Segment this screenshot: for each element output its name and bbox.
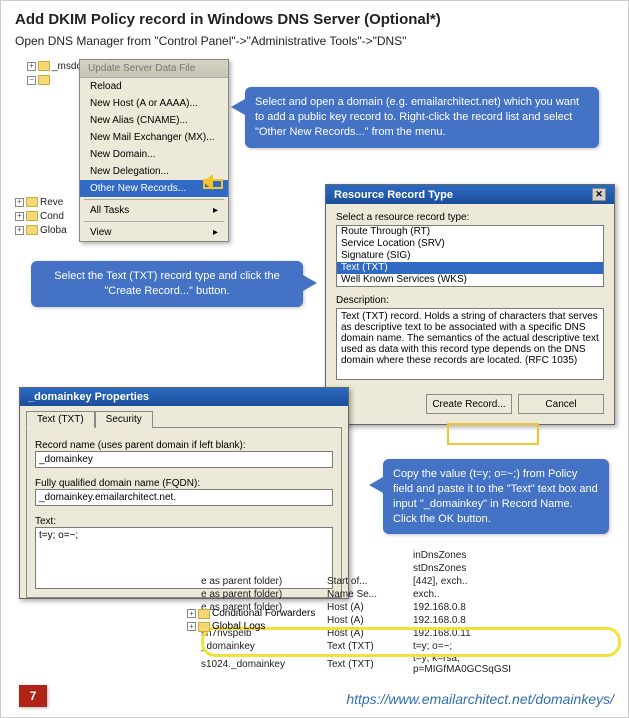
chevron-right-icon: ▸	[213, 227, 218, 238]
folder-icon	[26, 225, 38, 235]
folder-icon	[26, 197, 38, 207]
fqdn-input[interactable]	[35, 489, 333, 506]
callout-select-txt: Select the Text (TXT) record type and cl…	[31, 261, 303, 307]
folder-icon	[26, 211, 38, 221]
table-row[interactable]: e as parent folder)Start of...[442], exc…	[201, 575, 621, 588]
description-box: Text (TXT) record. Holds a string of cha…	[336, 308, 604, 380]
context-menu: Update Server Data File Reload New Host …	[79, 59, 229, 242]
list-item[interactable]: X.25	[337, 286, 603, 287]
list-item[interactable]: Signature (SIG)	[337, 250, 603, 262]
resource-record-type-dialog: Resource Record Type ✕ Select a resource …	[325, 184, 615, 425]
expand-icon[interactable]: +	[187, 609, 196, 618]
record-type-listbox[interactable]: Route Through (RT) Service Location (SRV…	[336, 225, 604, 287]
close-icon[interactable]: ✕	[592, 188, 606, 201]
page-title: Add DKIM Policy record in Windows DNS Se…	[15, 11, 614, 28]
menu-item-new-alias[interactable]: New Alias (CNAME)...	[80, 112, 228, 129]
text-label: Text:	[35, 516, 333, 527]
dialog-title: Resource Record Type	[334, 189, 453, 201]
folder-icon	[198, 609, 210, 619]
callout-select-domain: Select and open a domain (e.g. emailarch…	[245, 87, 599, 148]
list-item-selected[interactable]: Text (TXT)	[337, 262, 603, 274]
collapse-icon[interactable]: −	[27, 76, 36, 85]
expand-icon[interactable]: +	[187, 622, 196, 631]
tree-node[interactable]: Conditional Forwarders	[212, 608, 315, 619]
footer-url[interactable]: https://www.emailarchitect.net/domainkey…	[346, 691, 614, 707]
menu-separator	[84, 199, 224, 200]
create-record-button[interactable]: Create Record...	[426, 394, 512, 414]
record-name-input[interactable]	[35, 451, 333, 468]
expand-icon[interactable]: +	[15, 198, 24, 207]
page-subtitle: Open DNS Manager from "Control Panel"->"…	[15, 34, 614, 48]
fqdn-label: Fully qualified domain name (FQDN):	[35, 478, 333, 489]
expand-icon[interactable]: +	[15, 212, 24, 221]
list-item[interactable]: Well Known Services (WKS)	[337, 274, 603, 286]
tree-node[interactable]: Reve	[40, 197, 63, 208]
folder-icon	[198, 622, 210, 632]
folder-icon	[38, 61, 50, 71]
dns-tree-bottom: + Conditional Forwarders + Global Logs	[187, 607, 315, 633]
menu-title: Update Server Data File	[80, 60, 228, 78]
menu-item-new-mx[interactable]: New Mail Exchanger (MX)...	[80, 129, 228, 146]
tree-node[interactable]: Globa	[40, 225, 67, 236]
menu-item-all-tasks[interactable]: All Tasks▸	[80, 202, 228, 219]
tab-text[interactable]: Text (TXT)	[26, 411, 95, 428]
table-row[interactable]: e as parent folder)Name Se...exch..	[201, 588, 621, 601]
menu-item-reload[interactable]: Reload	[80, 78, 228, 95]
menu-item-view[interactable]: View▸	[80, 224, 228, 241]
menu-item-new-domain[interactable]: New Domain...	[80, 146, 228, 163]
description-label: Description:	[336, 295, 604, 306]
list-item: stDnsZones	[413, 563, 473, 574]
chevron-right-icon: ▸	[213, 205, 218, 216]
callout-copy-value: Copy the value (t=y; o=~;) from Policy f…	[383, 459, 609, 534]
list-item[interactable]: Service Location (SRV)	[337, 238, 603, 250]
highlight-arrow-icon	[203, 176, 231, 190]
list-item[interactable]: Route Through (RT)	[337, 226, 603, 238]
folder-icon	[38, 75, 50, 85]
dialog-title: _domainkey Properties	[28, 391, 149, 403]
expand-icon[interactable]: +	[27, 62, 36, 71]
menu-item-new-host[interactable]: New Host (A or AAAA)...	[80, 95, 228, 112]
list-item: inDnsZones	[413, 550, 473, 561]
tree-node[interactable]: Cond	[40, 211, 64, 222]
tree-node[interactable]: Global Logs	[212, 621, 265, 632]
menu-separator	[84, 221, 224, 222]
cancel-button[interactable]: Cancel	[518, 394, 604, 414]
page-number: 7	[19, 685, 47, 707]
select-record-label: Select a resource record type:	[336, 212, 604, 223]
expand-icon[interactable]: +	[15, 226, 24, 235]
record-name-label: Record name (uses parent domain if left …	[35, 440, 333, 451]
highlight-create-record	[447, 423, 539, 445]
tab-security[interactable]: Security	[95, 411, 153, 428]
